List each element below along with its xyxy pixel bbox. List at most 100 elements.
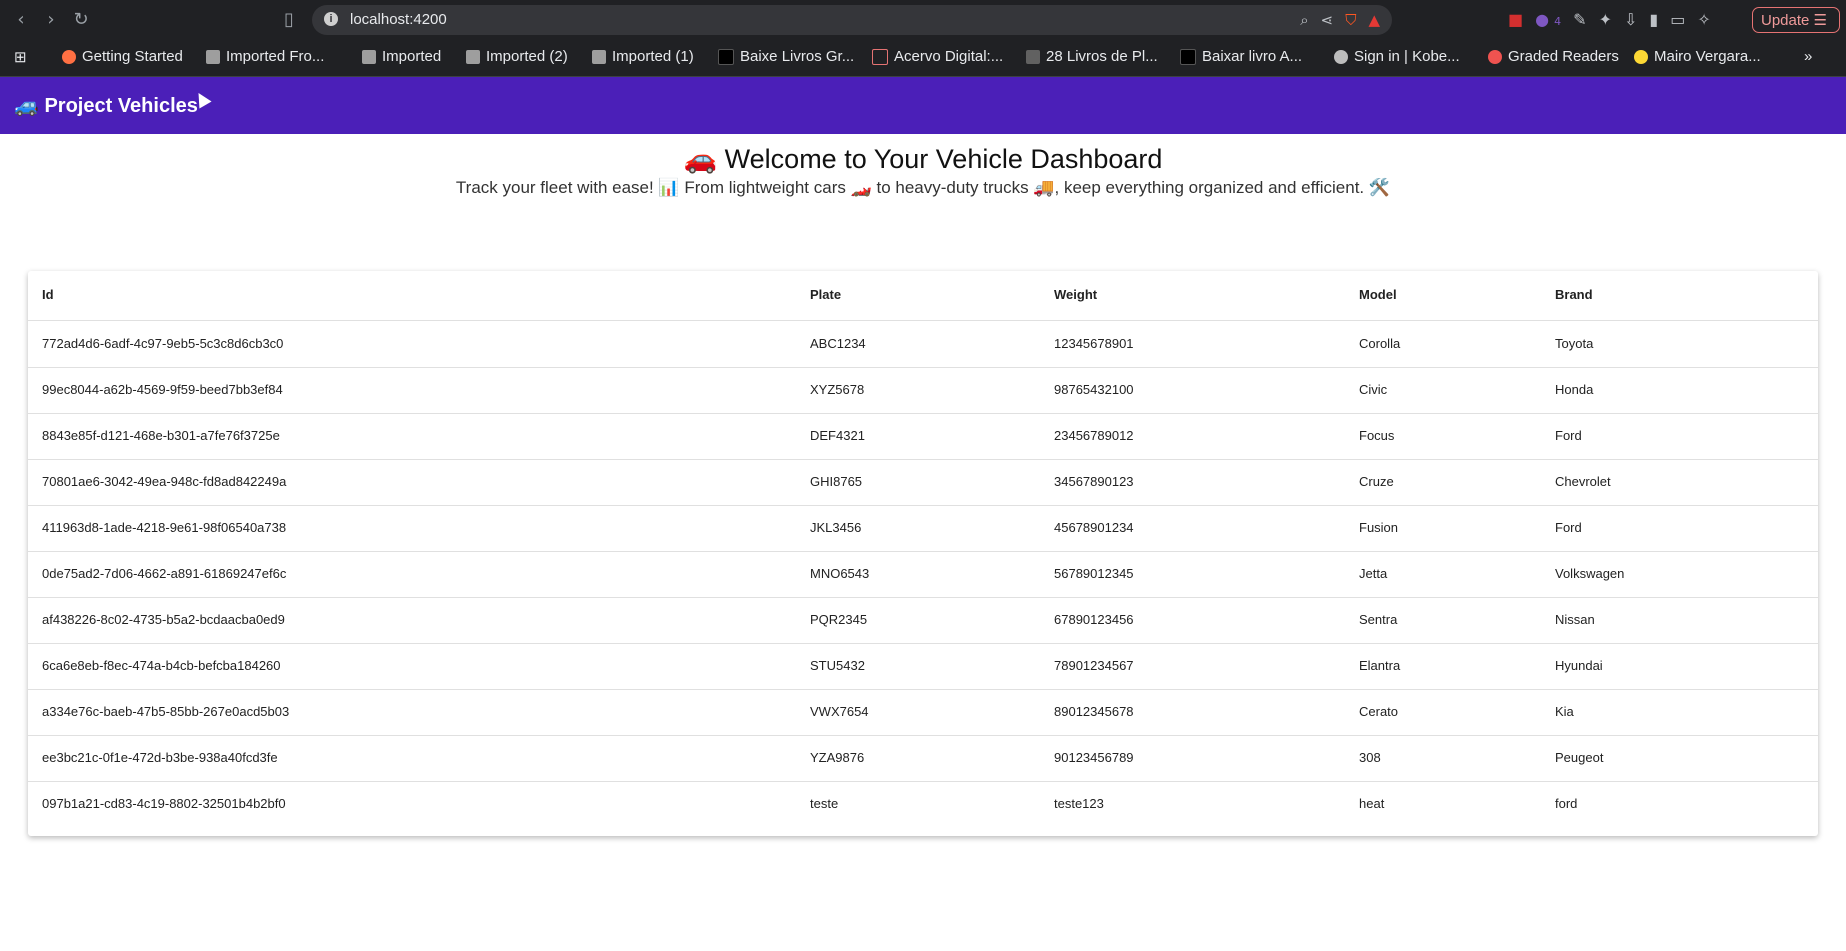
bookmarks-overflow-icon[interactable]: » xyxy=(1804,48,1812,65)
bookmark-folder[interactable]: Imported (2) xyxy=(466,48,568,65)
table-header-row: Id Plate Weight Model Brand xyxy=(28,271,1818,321)
site-icon xyxy=(872,48,888,65)
extension-red-icon[interactable]: ■ xyxy=(1508,10,1523,29)
cell-plate: GHI8765 xyxy=(810,474,863,489)
cell-model: 308 xyxy=(1359,750,1381,765)
folder-icon xyxy=(592,49,606,64)
cell-model: Sentra xyxy=(1359,612,1398,627)
bookmark-folder[interactable]: Imported (1) xyxy=(592,48,694,65)
share-icon[interactable]: ⋖ xyxy=(1321,11,1334,29)
cell-id: 70801ae6-3042-49ea-948c-fd8ad842249a xyxy=(42,474,287,489)
bookmark-item[interactable]: Acervo Digital:... xyxy=(872,48,1003,65)
bookmark-item[interactable]: Mairo Vergara... xyxy=(1634,48,1761,65)
reload-icon[interactable]: ↻ xyxy=(70,9,92,31)
table-row: 411963d8-1ade-4218-9e61-98f06540a738 JKL3… xyxy=(28,505,1818,552)
cell-brand: Honda xyxy=(1555,382,1594,397)
site-icon xyxy=(718,48,734,65)
site-icon xyxy=(1488,49,1502,64)
cell-model: Jetta xyxy=(1359,566,1388,581)
cell-id: a334e76c-baeb-47b5-85bb-267e0acd5b03 xyxy=(42,704,290,719)
url-text[interactable]: localhost:4200 xyxy=(350,11,447,28)
cell-weight: 23456789012 xyxy=(1054,428,1134,443)
cell-brand: Volkswagen xyxy=(1555,566,1625,581)
cell-plate: JKL3456 xyxy=(810,520,862,535)
cell-id: 6ca6e8eb-f8ec-474a-b4cb-befcba184260 xyxy=(42,658,281,673)
app-toolbar: 🚙 Project Vehicles xyxy=(0,77,1846,134)
bookmark-item[interactable]: Sign in | Kobe... xyxy=(1334,48,1460,65)
table-row: 6ca6e8eb-f8ec-474a-b4cb-befcba184260 STU5… xyxy=(28,643,1818,690)
apps-grid-icon[interactable]: ⊞ xyxy=(14,48,27,66)
cell-plate: VWX7654 xyxy=(810,704,869,719)
cell-model: Elantra xyxy=(1359,658,1401,673)
cell-plate: STU5432 xyxy=(810,658,865,673)
cell-weight: 12345678901 xyxy=(1054,336,1134,351)
extension-badge-icon[interactable]: ● 4 xyxy=(1535,10,1561,29)
cell-model: Cruze xyxy=(1359,474,1394,489)
bookmark-label: Imported xyxy=(382,48,442,65)
cell-weight: 34567890123 xyxy=(1054,474,1134,489)
cell-id: ee3bc21c-0f1e-472d-b3be-938a40fcd3fe xyxy=(42,750,278,765)
folder-icon xyxy=(362,49,376,64)
leo-ai-icon[interactable]: ✧ xyxy=(1697,10,1710,29)
back-icon[interactable]: ‹ xyxy=(10,9,32,31)
bookmark-item[interactable]: Baixe Livros Gr... xyxy=(718,48,854,65)
bookmark-folder[interactable]: Imported xyxy=(362,48,441,65)
bookmark-label: Baixe Livros Gr... xyxy=(740,48,855,65)
eyedropper-icon[interactable]: ✎ xyxy=(1573,10,1586,29)
cell-plate: XYZ5678 xyxy=(810,382,865,397)
cell-weight: 90123456789 xyxy=(1054,750,1134,765)
update-button[interactable]: Update ☰ xyxy=(1752,7,1840,33)
cell-plate: PQR2345 xyxy=(810,612,868,627)
column-header-id: Id xyxy=(42,287,54,302)
brave-shield-icon[interactable]: ⛉ xyxy=(1345,11,1356,29)
brave-rewards-icon[interactable]: ▲ xyxy=(1368,11,1380,29)
site-info-icon[interactable]: i xyxy=(324,12,338,26)
table-row: 0de75ad2-7d06-4662-a891-61869247ef6c MNO6… xyxy=(28,551,1818,598)
forward-icon[interactable]: › xyxy=(40,9,62,31)
bookmarks-bar: ⊞ Getting Started Imported Fro... Import… xyxy=(0,41,1846,77)
cell-brand: Toyota xyxy=(1555,336,1594,351)
site-icon xyxy=(1634,49,1648,64)
wallet-icon[interactable]: ▭ xyxy=(1670,10,1685,29)
cell-brand: Kia xyxy=(1555,704,1574,719)
table-row: 097b1a21-cd83-4c19-8802-32501b4b2bf0 test… xyxy=(28,781,1818,827)
bookmark-label: Graded Readers xyxy=(1508,48,1619,65)
bookmark-item[interactable]: Getting Started xyxy=(62,48,183,65)
bookmark-label: Imported (1) xyxy=(612,48,694,65)
bookmark-item[interactable]: Graded Readers xyxy=(1488,48,1619,65)
zoom-icon[interactable]: ⌕ xyxy=(1300,11,1308,29)
page-title: 🚗 Welcome to Your Vehicle Dashboard xyxy=(683,144,1163,174)
cell-weight: teste123 xyxy=(1054,796,1104,811)
bookmark-label: Imported (2) xyxy=(486,48,568,65)
cell-weight: 56789012345 xyxy=(1054,566,1134,581)
site-icon xyxy=(1334,49,1348,64)
extensions-puzzle-icon[interactable]: ✦ xyxy=(1599,10,1612,29)
bookmark-label: Baixar livro A... xyxy=(1202,48,1303,65)
sidebar-icon[interactable]: ▮ xyxy=(1649,10,1658,29)
cell-weight: 89012345678 xyxy=(1054,704,1134,719)
table-row: ee3bc21c-0f1e-472d-b3be-938a40fcd3fe YZA9… xyxy=(28,735,1818,782)
table-row: af438226-8c02-4735-b5a2-bcdaacba0ed9 PQR2… xyxy=(28,597,1818,644)
bookmark-label: Acervo Digital:... xyxy=(894,48,1004,65)
cell-weight: 67890123456 xyxy=(1054,612,1134,627)
address-bar[interactable]: i localhost:4200 ⌕ ⋖ ⛉ ▲ xyxy=(312,5,1392,35)
cell-plate: ABC1234 xyxy=(810,336,866,351)
cell-model: heat xyxy=(1359,796,1385,811)
bookmark-label: Imported Fro... xyxy=(226,48,325,65)
bookmark-item[interactable]: Baixar livro A... xyxy=(1180,48,1302,65)
cell-brand: Nissan xyxy=(1555,612,1595,627)
bookmark-icon[interactable]: ▯ xyxy=(278,9,300,31)
cell-brand: Ford xyxy=(1555,520,1582,535)
bookmark-folder[interactable]: Imported Fro... xyxy=(206,48,324,65)
cell-id: 411963d8-1ade-4218-9e61-98f06540a738 xyxy=(42,520,287,535)
cell-id: 097b1a21-cd83-4c19-8802-32501b4b2bf0 xyxy=(42,796,286,811)
table-row: 772ad4d6-6adf-4c97-9eb5-5c3c8d6cb3c0 ABC1… xyxy=(28,321,1818,368)
app-title[interactable]: 🚙 Project Vehicles xyxy=(14,93,198,118)
bookmark-label: Mairo Vergara... xyxy=(1654,48,1761,65)
downloads-icon[interactable]: ⇩ xyxy=(1624,10,1637,29)
site-icon xyxy=(1026,49,1040,64)
cell-weight: 45678901234 xyxy=(1054,520,1134,535)
bookmark-item[interactable]: 28 Livros de Pl... xyxy=(1026,48,1158,65)
cell-plate: teste xyxy=(810,796,839,811)
cell-plate: YZA9876 xyxy=(810,750,865,765)
